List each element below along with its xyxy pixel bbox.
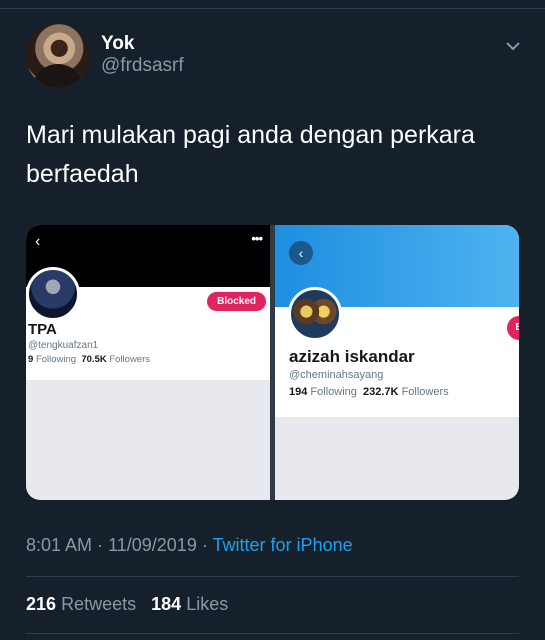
profile-name: azizah iskandar bbox=[289, 347, 415, 366]
tweet-meta: 8:01 AM · 11/09/2019 · Twitter for iPhon… bbox=[26, 535, 353, 556]
back-icon: ‹ bbox=[35, 233, 41, 250]
divider bbox=[26, 633, 519, 634]
profile-name: TPA bbox=[28, 321, 57, 338]
likes-count: 184 bbox=[151, 594, 182, 614]
blocked-badge: Blocked bbox=[207, 292, 266, 311]
avatar[interactable] bbox=[26, 24, 90, 88]
engagement-counts: 216 Retweets 184 Likes bbox=[26, 594, 228, 615]
following-label: Following bbox=[310, 386, 357, 398]
display-name[interactable]: Yok bbox=[101, 33, 134, 55]
profile-picture bbox=[26, 267, 80, 321]
divider bbox=[26, 576, 519, 577]
back-icon: ‹ bbox=[289, 241, 313, 265]
profile-picture bbox=[288, 287, 342, 341]
retweets-count: 216 bbox=[26, 594, 57, 614]
profile-stats: 9 Following 70.5K Followers bbox=[28, 354, 150, 365]
followers-count: 232.7K bbox=[363, 386, 399, 398]
chevron-down-icon[interactable] bbox=[503, 36, 523, 56]
user-handle[interactable]: @frdsasrf bbox=[101, 55, 184, 77]
followers-label: Followers bbox=[401, 386, 449, 398]
tweet-time[interactable]: 8:01 AM bbox=[26, 535, 92, 555]
top-divider bbox=[0, 8, 545, 9]
more-icon: ••• bbox=[251, 231, 263, 246]
following-label: Following bbox=[35, 354, 77, 365]
tweet-date[interactable]: 11/09/2019 bbox=[108, 535, 197, 555]
likes-label: Likes bbox=[186, 594, 229, 614]
likes-link[interactable]: 184 Likes bbox=[151, 594, 228, 614]
tweet-media[interactable]: ‹ ••• Blocked TPA @tengkuafzan1 9 Follow… bbox=[26, 225, 519, 500]
profile-stats: 194 Following 232.7K Followers bbox=[289, 386, 449, 398]
meta-separator: · bbox=[201, 535, 208, 555]
profile-handle: @cheminahsayang bbox=[289, 369, 384, 381]
retweets-link[interactable]: 216 Retweets bbox=[26, 594, 136, 614]
retweets-label: Retweets bbox=[61, 594, 137, 614]
media-image-right[interactable]: ‹ B azizah iskandar @cheminahsayang 194 … bbox=[275, 225, 519, 500]
meta-separator: · bbox=[97, 535, 104, 555]
followers-count: 70.5K bbox=[81, 354, 107, 365]
tweet-text: Mari mulakan pagi anda dengan perkara be… bbox=[26, 121, 475, 188]
following-count: 194 bbox=[289, 386, 308, 398]
media-image-left[interactable]: ‹ ••• Blocked TPA @tengkuafzan1 9 Follow… bbox=[26, 225, 270, 500]
profile-handle: @tengkuafzan1 bbox=[28, 340, 99, 351]
followers-label: Followers bbox=[109, 354, 151, 365]
tweet-source-link[interactable]: Twitter for iPhone bbox=[213, 535, 353, 555]
following-count: 9 bbox=[28, 354, 34, 365]
